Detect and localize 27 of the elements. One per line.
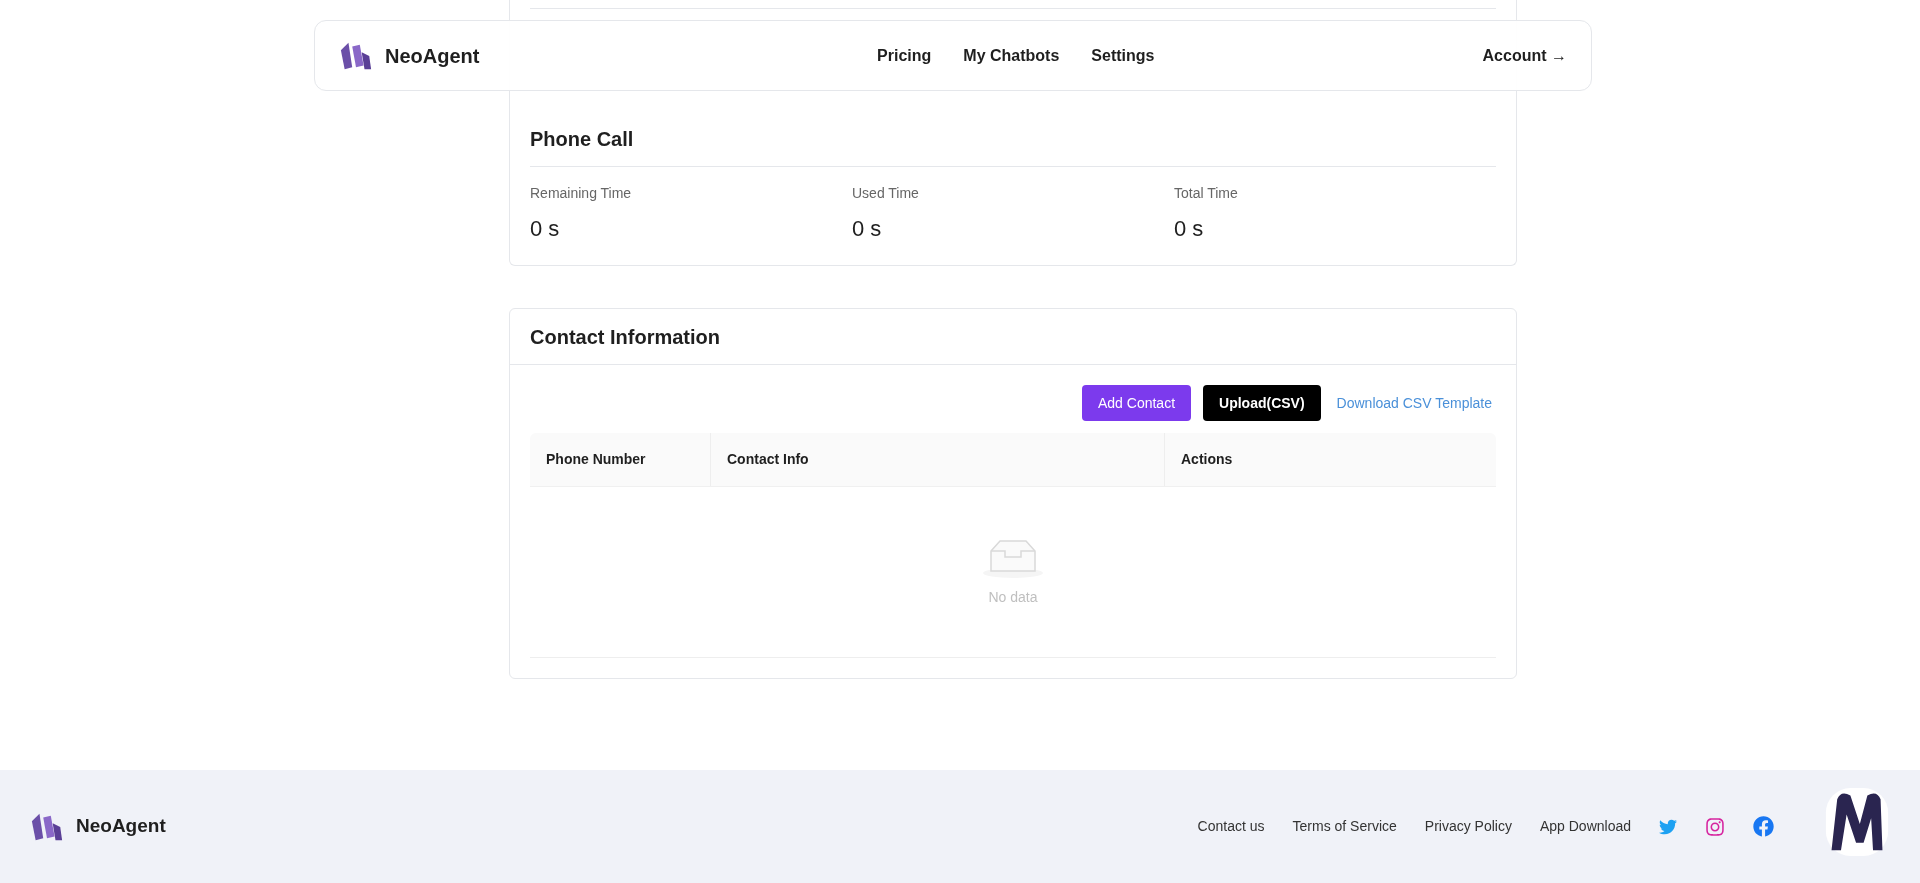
column-header: Phone Number [546, 450, 646, 469]
footer-link[interactable]: Terms of Service [1292, 816, 1397, 837]
section-title: Contact Information [510, 309, 1516, 365]
stat-value: 0 s [530, 215, 561, 243]
stat-label: Remaining Time [530, 184, 633, 203]
footer-link[interactable]: App Download [1539, 816, 1631, 837]
footer-link[interactable]: Privacy Policy [1424, 816, 1512, 837]
upload-csv-button[interactable]: Upload(CSV) [1203, 385, 1321, 421]
column-header: Actions [1181, 450, 1233, 469]
brand-name: NeoAgent [76, 814, 166, 839]
section-title: Phone Call [530, 124, 1496, 167]
brand-name: NeoAgent [385, 43, 480, 69]
instagram-icon[interactable] [1705, 816, 1725, 837]
stat-label: Total Time [1174, 184, 1239, 203]
nav-link[interactable]: Pricing [877, 43, 932, 68]
stat-value: 0 s [1174, 215, 1205, 243]
stat-label: Used Time [852, 184, 920, 203]
column-header: Contact Info [727, 450, 809, 469]
empty-message: No data [988, 587, 1038, 607]
nav-link[interactable]: Settings [1091, 43, 1155, 68]
twitter-icon[interactable] [1659, 817, 1677, 836]
nav-link[interactable]: My Chatbots [963, 43, 1060, 68]
add-contact-button[interactable]: Add Contact [1082, 385, 1192, 421]
account-link[interactable]: Account → [1482, 43, 1567, 68]
facebook-icon[interactable] [1753, 816, 1774, 837]
stat-value: 0 s [852, 215, 883, 243]
footer-link[interactable]: Contact us [1197, 816, 1265, 837]
